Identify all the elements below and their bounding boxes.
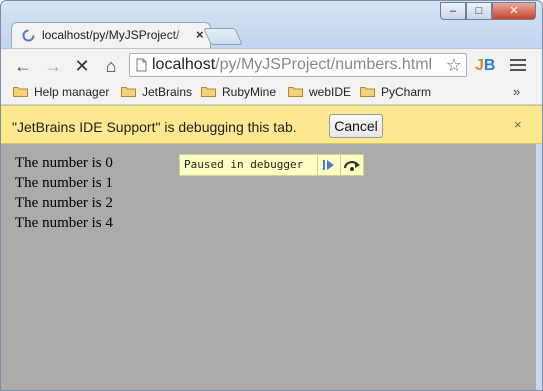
step-over-icon xyxy=(343,161,360,171)
bookmark-pycharm[interactable]: PyCharm xyxy=(360,85,431,99)
browser-window: localhost/py/MyJSProject/ × ‒ □ ✕ ← → ✕ … xyxy=(0,0,543,391)
folder-icon xyxy=(13,87,28,97)
menu-icon[interactable] xyxy=(510,57,526,73)
bookmark-label: RubyMine xyxy=(222,85,277,99)
bookmarks-bar: Help manager JetBrains RubyMine webIDE P… xyxy=(1,81,542,104)
page-content: The number is 0 The number is 1 The numb… xyxy=(1,144,536,390)
back-arrow-icon[interactable]: ← xyxy=(13,56,33,76)
number-line: The number is 4 xyxy=(15,215,113,231)
url-text: localhost/py/MyJSProject/numbers.html xyxy=(152,56,432,74)
number-line: The number is 2 xyxy=(15,195,113,211)
paused-in-debugger-overlay: Paused in debugger xyxy=(179,154,364,176)
bookmark-label: PyCharm xyxy=(381,85,432,99)
resume-button[interactable] xyxy=(317,155,340,175)
address-bar[interactable]: localhost/py/MyJSProject/numbers.html ☆ xyxy=(129,53,467,77)
home-icon[interactable]: ⌂ xyxy=(101,56,121,76)
browser-toolbar: ← → ✕ ⌂ localhost/py/MyJSProject/numbers… xyxy=(1,48,542,82)
debugging-infobar: "JetBrains IDE Support" is debugging thi… xyxy=(1,105,542,144)
bookmark-label: webIDE xyxy=(309,85,352,99)
jetbrains-extension-icon[interactable]: JB xyxy=(475,56,497,76)
number-line: The number is 1 xyxy=(15,175,113,191)
url-path: /py/MyJSProject/numbers.html xyxy=(215,56,433,73)
new-tab-button[interactable] xyxy=(203,28,243,45)
folder-icon xyxy=(121,87,136,97)
infobar-close-icon[interactable]: × xyxy=(514,117,522,132)
page-icon xyxy=(136,58,147,72)
window-controls: ‒ □ ✕ xyxy=(440,2,536,22)
bookmark-help-manager[interactable]: Help manager xyxy=(13,85,109,99)
folder-icon xyxy=(201,87,216,97)
folder-icon xyxy=(288,87,303,97)
tab-active[interactable]: localhost/py/MyJSProject/ × xyxy=(11,22,211,48)
number-line: The number is 0 xyxy=(15,155,113,171)
maximize-button[interactable]: □ xyxy=(466,2,492,20)
debugger-status-label: Paused in debugger xyxy=(184,158,304,171)
tab-close-icon[interactable]: × xyxy=(196,27,204,42)
bookmark-rubymine[interactable]: RubyMine xyxy=(201,85,276,99)
stop-icon[interactable]: ✕ xyxy=(72,56,92,76)
cancel-button[interactable]: Cancel xyxy=(329,114,383,138)
tab-title-fade xyxy=(172,25,194,45)
folder-icon xyxy=(360,87,375,97)
bookmarks-overflow-icon[interactable]: » xyxy=(513,84,520,99)
number-list: The number is 0 The number is 1 The numb… xyxy=(15,153,113,233)
bookmark-star-icon[interactable]: ☆ xyxy=(446,55,462,76)
forward-arrow-icon[interactable]: → xyxy=(43,56,63,76)
minimize-button[interactable]: ‒ xyxy=(440,2,466,20)
bookmark-jetbrains[interactable]: JetBrains xyxy=(121,85,192,99)
loading-spinner-icon xyxy=(22,29,35,42)
bookmark-webide[interactable]: webIDE xyxy=(288,85,351,99)
window-close-button[interactable]: ✕ xyxy=(492,2,536,20)
window-frame-edge xyxy=(536,144,542,390)
bookmark-label: JetBrains xyxy=(142,85,193,99)
infobar-message: "JetBrains IDE Support" is debugging thi… xyxy=(12,119,297,135)
tab-strip: localhost/py/MyJSProject/ × ‒ □ ✕ xyxy=(1,1,542,48)
step-over-button[interactable] xyxy=(340,155,363,175)
resume-icon xyxy=(323,160,334,170)
url-host: localhost xyxy=(152,56,216,73)
bookmark-label: Help manager xyxy=(34,85,110,99)
tab-title: localhost/py/MyJSProject/ xyxy=(42,28,180,42)
